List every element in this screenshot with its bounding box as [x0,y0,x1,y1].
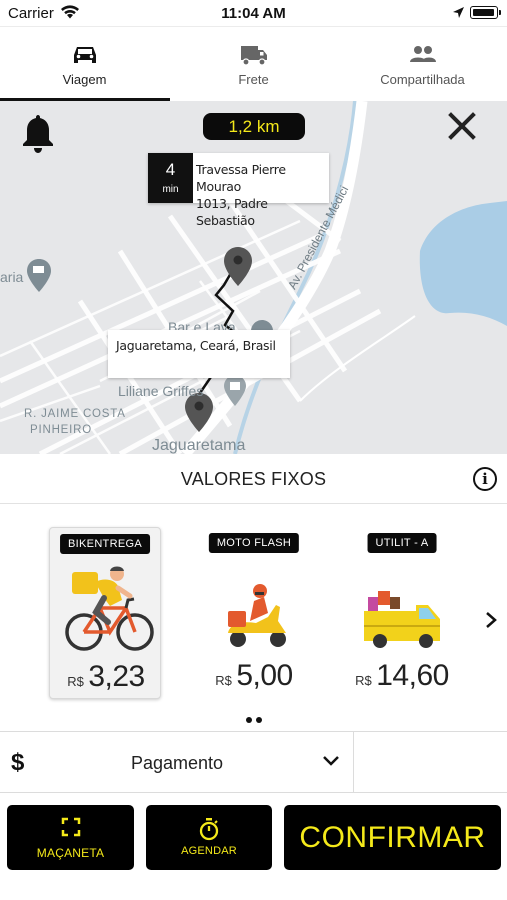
carousel-page-dots [0,710,507,728]
eta-unit: min [162,184,179,195]
people-icon [338,43,507,69]
vehicle-price: R$ 3,23 [50,660,162,694]
expand-icon [7,817,134,837]
payment-row: $ Pagamento [0,731,507,794]
city-label: Jaguaretama [152,437,246,454]
action-bar: MAÇANETA AGENDAR CONFIRMAR [0,793,507,900]
agendar-button[interactable]: AGENDAR [146,805,272,870]
price-value: 14,60 [376,659,449,692]
tab-label: Viagem [62,72,107,87]
vehicle-name: MOTO FLASH [208,533,300,553]
chevron-down-icon [322,754,340,773]
fixed-values-header: VALORES FIXOS i [0,454,507,504]
motorcycle-courier-icon [198,561,310,653]
chevron-right-icon[interactable] [484,611,498,635]
car-icon [0,43,169,69]
tab-frete[interactable]: Frete [169,27,338,102]
bicycle-courier-icon [50,562,162,654]
service-tabs: Viagem Frete Compartilhada [0,26,507,101]
currency-label: R$ [355,673,372,688]
vehicle-price: R$ 5,00 [198,659,310,693]
clock: 11:04 AM [221,5,286,22]
price-value: 5,00 [236,659,293,692]
origin-address-line2: 1013, Padre Sebastião [196,196,268,228]
notification-bell-icon[interactable] [20,112,56,159]
location-arrow-icon [452,6,465,24]
vehicle-option-moto-flash[interactable]: MOTO FLASH R$ 5,00 [198,527,310,699]
cafe-poi-icon [27,259,51,292]
vehicle-price: R$ 14,60 [346,659,458,693]
stopwatch-icon [146,817,272,841]
origin-address-line1: Travessa Pierre Mourao [196,162,286,194]
origin-callout: 4 min Travessa Pierre Mourao 1013, Padre… [148,153,329,228]
macaneta-label: MAÇANETA [36,846,105,860]
currency-label: R$ [67,674,84,689]
status-bar: Carrier 11:04 AM [0,0,507,26]
macaneta-button[interactable]: MAÇANETA [7,805,134,870]
payment-label: Pagamento [130,753,224,773]
truck-icon [169,43,338,69]
payment-extra-field[interactable] [355,732,507,794]
currency-label: R$ [215,673,232,688]
van-icon [346,561,458,653]
destination-address: Jaguaretama, Ceará, Brasil [116,338,276,353]
vehicle-name: UTILIT - A [367,533,437,553]
page-dot [245,717,252,723]
tab-viagem[interactable]: Viagem [0,27,169,102]
price-value: 3,23 [88,660,145,693]
tab-label: Compartilhada [380,72,465,87]
distance-badge: 1,2 km [203,113,305,140]
vehicle-option-utilit-a[interactable]: UTILIT - A R$ 14,60 [346,527,458,699]
destination-callout: Jaguaretama, Ceará, Brasil [108,330,290,378]
vehicle-carousel: BIKENTREGA R$ 3,23 MOTO FLASH R$ 5,00 UT… [0,505,507,730]
confirm-label: CONFIRMAR [299,821,486,854]
confirm-button[interactable]: CONFIRMAR [284,805,501,870]
tab-compartilhada[interactable]: Compartilhada [338,27,507,102]
info-icon[interactable]: i [473,467,497,491]
vehicle-option-bikentrega[interactable]: BIKENTREGA R$ 3,23 [49,527,161,699]
battery-icon [470,6,501,19]
close-icon[interactable] [446,110,478,147]
origin-address: Travessa Pierre Mourao 1013, Padre Sebas… [196,161,329,229]
shop-label: Liliane Griffes [118,383,204,399]
eta-value: 4 [165,160,176,179]
fixed-values-title: VALORES FIXOS [180,469,327,489]
payment-select[interactable]: $ Pagamento [0,732,354,794]
agendar-label: AGENDAR [181,845,237,857]
street-label: R. JAIME COSTA [24,408,126,420]
vehicle-name: BIKENTREGA [60,534,150,554]
page-dot [255,717,262,723]
district-label: PINHEIRO [30,424,92,436]
poi-label: aria [0,269,24,285]
eta-badge: 4 min [148,153,193,203]
tab-label: Frete [238,72,269,87]
